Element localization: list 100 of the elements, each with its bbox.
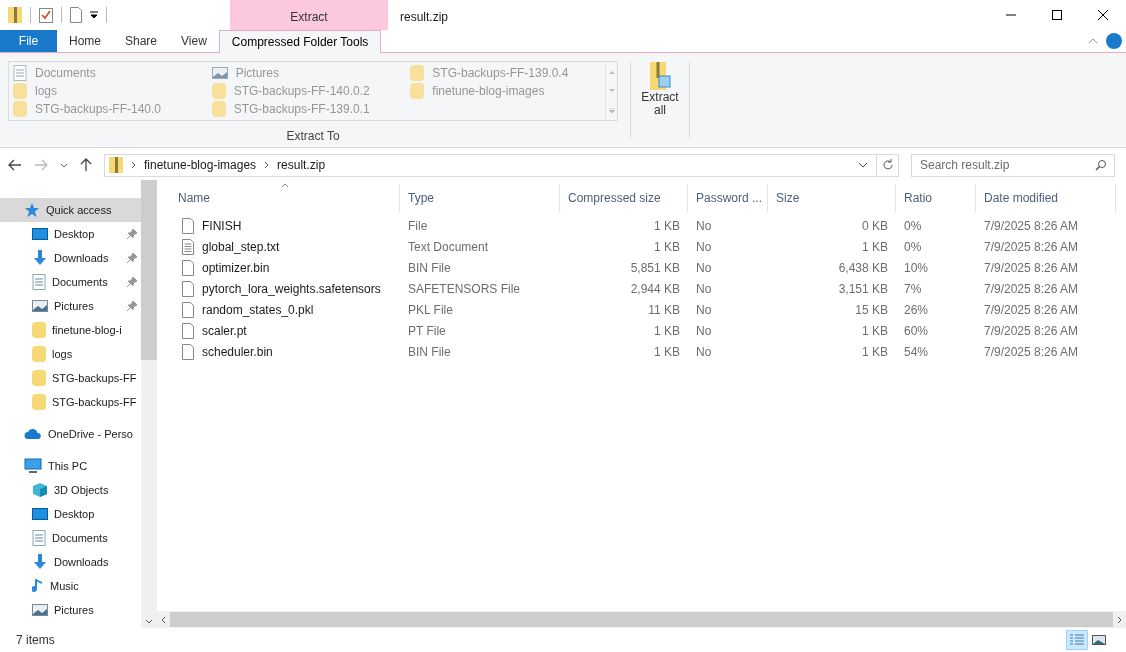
table-cell-text: 60% (904, 322, 929, 340)
table-cell-text: 7/9/2025 8:26 AM (984, 301, 1079, 319)
table-cell-text: No (696, 217, 712, 235)
file-row[interactable]: optimizer.bin BIN File 5,851 KB No 6,438 KB 10% 7/9/2025 8:26 AM (170, 257, 1126, 278)
desktop-icon (32, 508, 48, 520)
table-cell-text: BIN File (408, 343, 451, 361)
desktop-icon (32, 228, 48, 240)
column-header[interactable]: Type (400, 184, 560, 212)
table-cell-text: 7/9/2025 8:26 AM (984, 280, 1079, 298)
scroll-down-icon (608, 88, 615, 93)
cube-icon (32, 482, 48, 498)
sidebar-item[interactable]: Downloads (0, 246, 141, 270)
file-icon (182, 259, 194, 276)
table-cell-text: PT File (408, 322, 446, 340)
table-cell-text: pytorch_lora_weights.safetensors (202, 280, 381, 298)
extract-all-button[interactable]: Extract all (635, 53, 685, 147)
ribbon-tab[interactable]: File (0, 30, 57, 52)
sidebar-item[interactable]: Quick access (0, 198, 141, 222)
table-cell-text: 1 KB (654, 217, 680, 235)
recent-dropdown-icon[interactable] (60, 162, 68, 168)
documents-icon (32, 530, 46, 546)
folder-icon (211, 101, 226, 117)
sidebar-item[interactable]: OneDrive - Perso (0, 422, 141, 446)
table-cell-text: 5,851 KB (630, 259, 680, 277)
table-cell-text: 15 KB (855, 301, 888, 319)
table-cell-text: SAFETENSORS File (408, 280, 521, 298)
table-cell-text: No (696, 238, 712, 256)
pictures-icon (32, 604, 48, 616)
table-cell-text: global_step.txt (202, 238, 280, 256)
table-cell-text: 0% (904, 217, 922, 235)
table-cell-text: 6,438 KB (838, 259, 888, 277)
sidebar-item[interactable]: Pictures (0, 294, 141, 318)
folder-icon (13, 83, 27, 99)
table-cell-text: 7/9/2025 8:26 AM (984, 238, 1079, 256)
column-header[interactable]: Compressed size (560, 184, 688, 212)
folder-icon (410, 83, 425, 99)
sidebar-item[interactable]: STG-backups-FF (0, 366, 141, 390)
folder-icon (13, 101, 27, 117)
file-row[interactable]: scaler.pt PT File 1 KB No 1 KB 60% 7/9/2025 8:26 AM (170, 320, 1126, 341)
table-cell-text: 1 KB (862, 238, 888, 256)
gallery-scrollbar[interactable] (605, 62, 617, 120)
sidebar-item[interactable]: logs (0, 342, 141, 366)
sidebar-item[interactable]: 3D Objects (0, 478, 141, 502)
star-icon (24, 202, 40, 218)
column-header[interactable]: Date modified (976, 184, 1116, 212)
sidebar-item[interactable]: This PC (0, 454, 141, 478)
folder-icon (211, 83, 226, 99)
sidebar-item[interactable]: finetune-blog-i (0, 318, 141, 342)
breadcrumb[interactable]: result.zip (277, 156, 326, 174)
ribbon-tab[interactable]: Home (57, 30, 113, 52)
table-cell-text: 7/9/2025 8:26 AM (984, 259, 1079, 277)
search-field[interactable]: Search result.zip (911, 153, 1115, 177)
column-header[interactable]: Ratio (896, 184, 976, 212)
sidebar-item[interactable]: Pictures (0, 598, 141, 622)
sidebar-item[interactable]: Downloads (0, 550, 141, 574)
file-icon (182, 343, 194, 360)
back-icon[interactable] (8, 159, 22, 171)
ribbon-tab[interactable]: Share (113, 30, 170, 52)
horizontal-scrollbar[interactable] (157, 611, 1126, 628)
table-cell-text: 1 KB (862, 322, 888, 340)
downloads-icon (32, 554, 48, 570)
file-row[interactable]: scheduler.bin BIN File 1 KB No 1 KB 54% 7/9/2025 8:26 AM (170, 341, 1126, 362)
item-count: 7 items (16, 632, 55, 649)
maximize-icon (1052, 10, 1062, 20)
sidebar-item[interactable]: Desktop (0, 502, 141, 526)
zip-folder-icon (109, 157, 123, 173)
sidebar-item[interactable]: Music (0, 574, 141, 598)
file-row[interactable]: FINISH File 1 KB No 0 KB 0% 7/9/2025 8:26 AM (170, 215, 1126, 236)
column-header[interactable]: Password ... (688, 184, 768, 212)
sidebar-item[interactable]: Documents (0, 270, 141, 294)
table-cell-text: FINISH (202, 217, 242, 235)
file-row[interactable]: random_states_0.pkl PKL File 11 KB No 15 KB 26% 7/9/2025 8:26 AM (170, 299, 1126, 320)
column-header[interactable]: Name (170, 184, 400, 212)
zip-folder-icon (649, 61, 671, 91)
breadcrumb[interactable]: finetune-blog-images (144, 156, 257, 174)
file-row[interactable]: global_step.txt Text Document 1 KB No 1 KB 0% 7/9/2025 8:26 AM (170, 236, 1126, 257)
sidebar-item[interactable]: Documents (0, 526, 141, 550)
address-field[interactable]: finetune-blog-images result.zip (104, 153, 877, 177)
refresh-button[interactable] (877, 153, 899, 177)
table-cell-text: No (696, 259, 712, 277)
text-file-icon (182, 238, 194, 255)
table-cell-text: File (408, 217, 428, 235)
table-cell-text: 10% (904, 259, 929, 277)
dropdown-icon[interactable] (90, 11, 98, 19)
properties-icon[interactable] (39, 7, 53, 23)
ribbon-tab[interactable]: Compressed Folder Tools (218, 30, 382, 53)
column-header[interactable]: Size (768, 184, 896, 212)
group-label: Extract To (285, 128, 341, 145)
dropdown-icon[interactable] (858, 162, 868, 168)
up-icon[interactable] (80, 158, 92, 172)
table-cell-text: 1 KB (654, 322, 680, 340)
sidebar-scrollbar[interactable] (141, 182, 157, 628)
sidebar-item[interactable]: Desktop (0, 222, 141, 246)
file-row[interactable]: pytorch_lora_weights.safetensors SAFETENSORS File 2,944 KB No 3,151 KB 7% 7/9/2025 8:26 AM (170, 278, 1126, 299)
sidebar-item[interactable]: STG-backups-FF (0, 390, 141, 414)
ribbon-tab[interactable]: View (169, 30, 219, 52)
table-cell-text: 1 KB (862, 343, 888, 361)
chevron-icon (264, 161, 270, 169)
table-cell-text: 26% (904, 301, 929, 319)
collapse-ribbon-icon[interactable] (1088, 38, 1098, 44)
